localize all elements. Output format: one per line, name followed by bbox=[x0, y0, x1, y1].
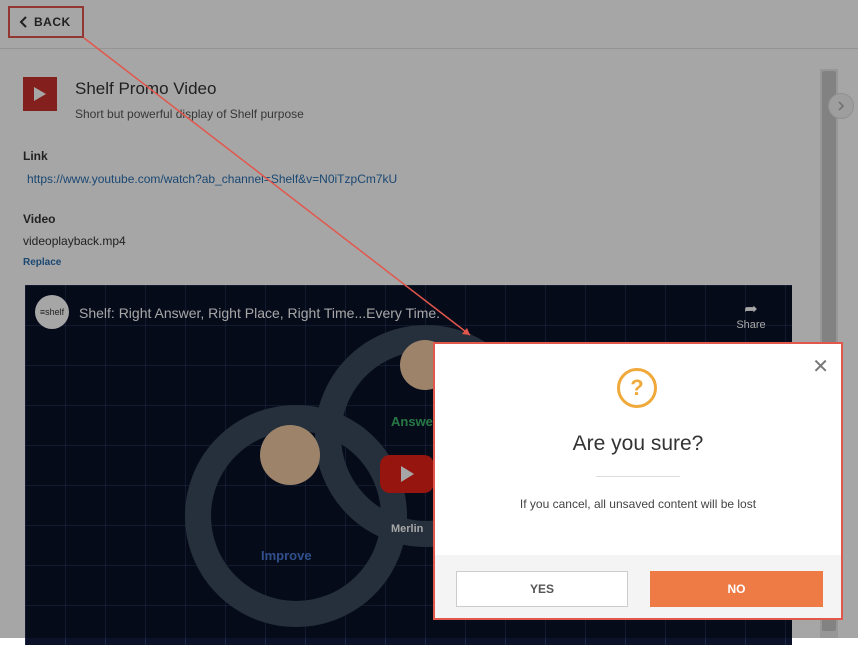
confirm-dialog: ✕ ? Are you sure? If you cancel, all uns… bbox=[433, 342, 843, 620]
dialog-footer: YES NO bbox=[435, 555, 841, 618]
dialog-divider bbox=[596, 476, 680, 477]
dialog-message: If you cancel, all unsaved content will … bbox=[519, 497, 757, 511]
close-icon[interactable]: ✕ bbox=[812, 354, 829, 379]
yes-button[interactable]: YES bbox=[456, 571, 628, 607]
no-button[interactable]: NO bbox=[650, 571, 823, 607]
question-icon: ? bbox=[617, 368, 657, 408]
dialog-title: Are you sure? bbox=[572, 432, 704, 455]
